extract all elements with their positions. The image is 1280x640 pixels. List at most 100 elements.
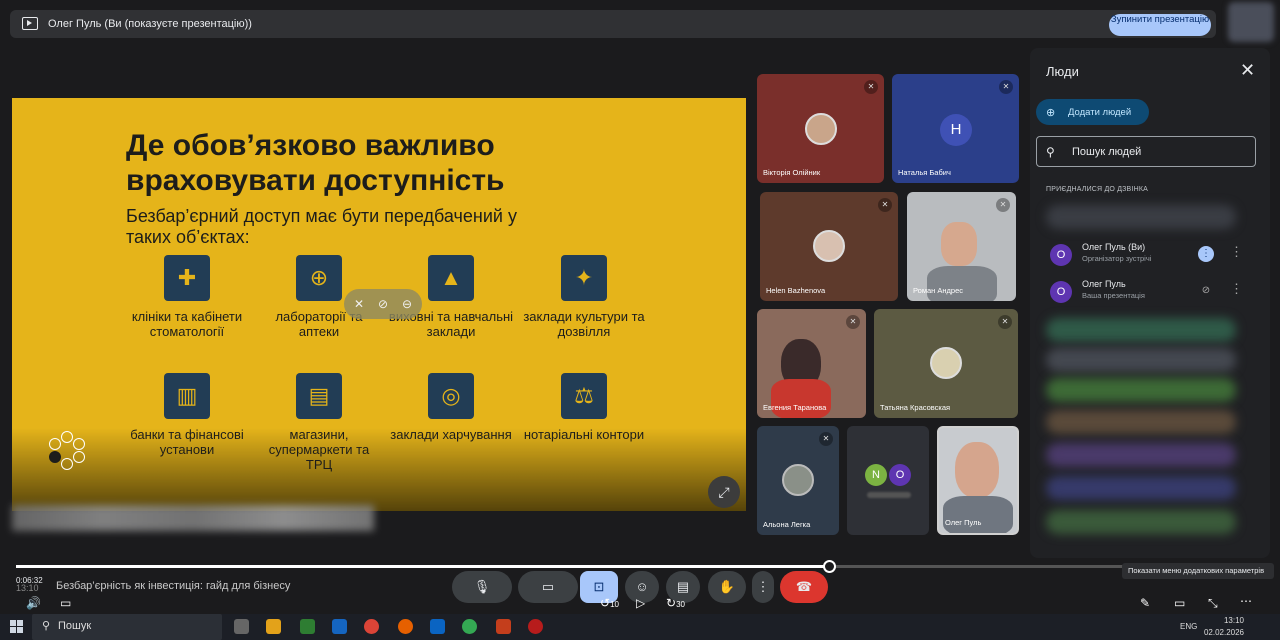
blurred-row — [1046, 205, 1236, 229]
emoji-icon: ☺ — [635, 579, 649, 594]
volume-icon[interactable]: 🔊 — [26, 596, 41, 610]
participant-name: Олег Пуль — [945, 518, 982, 527]
participant-tile[interactable]: ✕ Роман Андрес — [907, 192, 1016, 301]
unpin-icon[interactable]: ✕ — [354, 297, 364, 311]
more-icon[interactable]: ⋯ — [1240, 594, 1252, 608]
mute-icon[interactable]: ⊘ — [378, 297, 388, 311]
muted-mic-icon: ✕ — [864, 80, 878, 94]
outlook-icon[interactable] — [430, 619, 445, 634]
more-options-button[interactable]: ⋮ — [752, 571, 774, 603]
store-icon[interactable] — [300, 619, 315, 634]
participant-video — [941, 222, 977, 266]
leave-call-button[interactable]: ☎ — [780, 571, 828, 603]
firefox-icon[interactable] — [398, 619, 413, 634]
more-options-icon[interactable]: ⋮ — [1230, 281, 1243, 297]
fullscreen-button[interactable]: ⤢ — [708, 476, 740, 508]
participant-tile[interactable]: ✕ Helen Bazhenova — [760, 192, 898, 301]
avatar — [930, 347, 962, 379]
more-icon: ⋮ — [756, 579, 770, 594]
slide-item: ⚖ нотаріальні контори — [519, 373, 649, 442]
slide-item: ▥ банки та фінансові установи — [122, 373, 252, 457]
minimize-icon[interactable]: ⤡ — [1208, 596, 1218, 611]
chrome-icon[interactable] — [364, 619, 379, 634]
muted-mic-icon: ⊘ — [1201, 285, 1211, 296]
file-explorer-icon[interactable] — [266, 619, 281, 634]
forward-seconds: 30 — [676, 600, 685, 609]
participant-row[interactable]: О Олег Пуль Ваша презентація ⊘ ⋮ — [1046, 278, 1256, 308]
taskbar-date: 02.02.2026 — [1203, 628, 1244, 637]
muted-mic-icon: ✕ — [996, 198, 1010, 212]
muted-mic-icon: ✕ — [846, 315, 860, 329]
slide-overlay-toolbar: ✕ ⊘ ⊖ — [344, 289, 422, 319]
search-icon: ⚲ — [42, 620, 51, 632]
participant-tile[interactable]: ✕ Татьяна Красовская — [874, 309, 1018, 418]
muted-mic-icon: ✕ — [819, 432, 833, 446]
raise-hand-button[interactable]: ✋ — [708, 571, 746, 603]
mail-icon[interactable] — [332, 619, 347, 634]
play-icon[interactable]: ▷ — [636, 596, 645, 610]
blurred-row — [1046, 510, 1236, 534]
participant-tile[interactable]: ✕ Альона Легка — [757, 426, 839, 535]
camera-icon: ▭ — [541, 579, 555, 594]
present-icon: ⊡ — [593, 579, 605, 594]
progress-fill — [16, 565, 829, 568]
keyboard-language[interactable]: ENG — [1180, 622, 1197, 631]
forward-icon[interactable]: ↻30 — [666, 596, 685, 610]
mic-icon: 🎙 — [473, 579, 491, 594]
screen: Олег Пуль (Ви (показуєте презентацію)) З… — [0, 0, 1280, 640]
people-panel: Люди ✕ Додати людей ⊕ ⚲ Пошук людей ПРИЄ… — [1030, 48, 1270, 558]
slide-subtitle: Безбар’єрний доступ має бути передбачени… — [126, 206, 517, 247]
captions-icon: ▤ — [676, 579, 690, 594]
participant-tile[interactable]: ✕ Евгения Таранова — [757, 309, 866, 418]
close-icon[interactable]: ✕ — [1240, 60, 1255, 81]
participant-name: Олег Пуль — [1082, 279, 1126, 289]
chrome-profile-icon[interactable] — [462, 619, 477, 634]
avatar: O — [889, 464, 911, 486]
recorder-icon[interactable] — [528, 619, 543, 634]
avatar — [805, 113, 837, 145]
pen-icon[interactable]: ✎ — [1140, 596, 1150, 610]
participant-name: Альона Легка — [763, 520, 811, 529]
windows-start-icon[interactable] — [10, 620, 24, 634]
cast-icon[interactable]: ▭ — [1174, 596, 1185, 610]
participant-name: Наталья Бабич — [898, 168, 951, 177]
participant-name: Helen Bazhenova — [766, 286, 826, 295]
remove-icon[interactable]: ⊖ — [402, 297, 412, 311]
food-icon: ◎ — [428, 373, 474, 419]
camera-button[interactable]: ▭ — [518, 571, 578, 603]
blurred-row — [1046, 476, 1236, 500]
participant-video-body — [927, 266, 997, 301]
task-view-icon[interactable] — [234, 619, 249, 634]
avatar: N — [865, 464, 887, 486]
people-search-input[interactable] — [1036, 136, 1256, 167]
avatar — [782, 464, 814, 496]
participant-name: Роман Андрес — [913, 286, 964, 295]
microphone-button[interactable]: 🎙 — [452, 571, 512, 603]
avatar: Н — [940, 114, 972, 146]
graduation-cap-icon: ▲ — [428, 255, 474, 301]
avatar: О — [1050, 244, 1072, 266]
participant-row[interactable]: О Олег Пуль (Ви) Організатор зустрічі ⋮ … — [1046, 241, 1256, 271]
blurred-row — [1046, 348, 1236, 372]
participant-tile[interactable]: Н ✕ Наталья Бабич — [892, 74, 1019, 183]
avatar — [813, 230, 845, 262]
meeting-clock: 13:10 — [16, 583, 39, 593]
slide-item: ▤ магазини, супермаркети та ТРЦ — [254, 373, 384, 472]
subtitles-icon[interactable]: ▭ — [60, 596, 71, 610]
dental-chair-icon: ✚ — [164, 255, 210, 301]
self-view-thumbnail — [1228, 2, 1274, 42]
participant-tile[interactable]: ✕ Вікторія Олійник — [757, 74, 884, 183]
pharmacy-icon: ⊕ — [296, 255, 342, 301]
more-options-icon[interactable]: ⋮ — [1230, 244, 1243, 260]
stop-presenting-button[interactable]: Зупинити презентацію — [1109, 14, 1211, 36]
blurred-row — [1046, 318, 1236, 342]
rewind-icon[interactable]: ↺10 — [600, 596, 619, 610]
participant-role: Ваша презентація — [1082, 291, 1145, 300]
progress-handle[interactable] — [823, 560, 836, 573]
participant-tile-group[interactable]: N O — [847, 426, 929, 535]
powerpoint-icon[interactable] — [496, 619, 511, 634]
participant-tile-self[interactable]: Олег Пуль — [937, 426, 1019, 535]
rewind-seconds: 10 — [610, 600, 619, 609]
blurred-row — [1046, 410, 1236, 434]
present-screen-icon — [22, 17, 38, 30]
